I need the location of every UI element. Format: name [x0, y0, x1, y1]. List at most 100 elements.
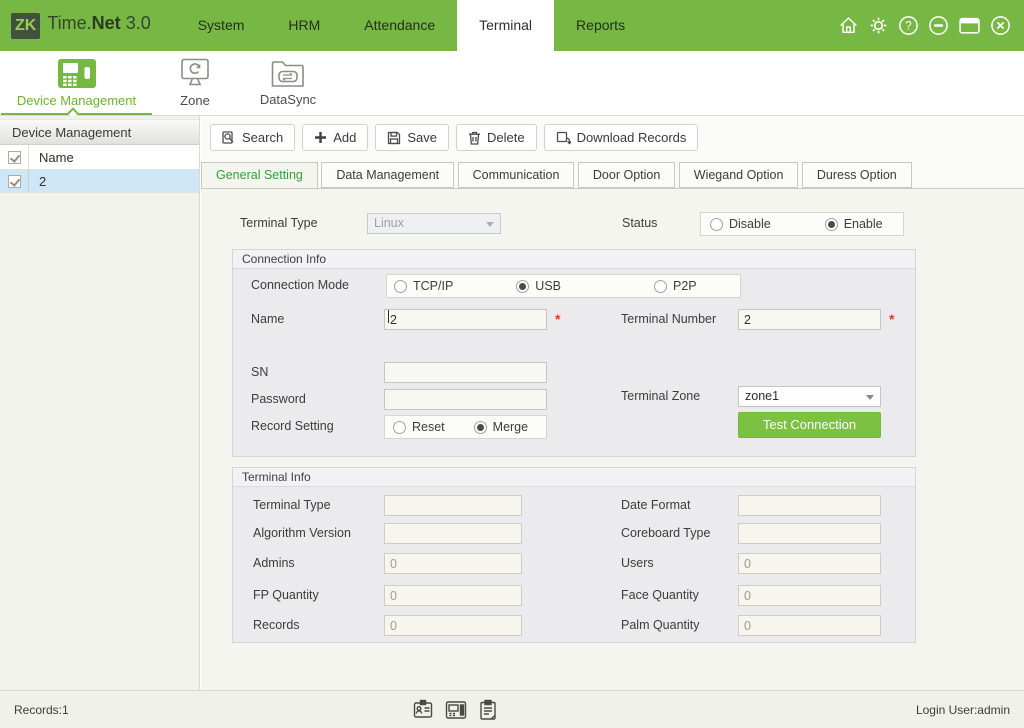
tab-door-option[interactable]: Door Option: [578, 162, 675, 188]
device-list-panel: Device Management Name 2: [0, 116, 200, 690]
connection-mode-radio-group: TCP/IP USB P2P: [386, 274, 741, 298]
delete-button[interactable]: Delete: [456, 124, 537, 151]
record-setting-label: Record Setting: [251, 416, 334, 437]
sn-input[interactable]: [384, 362, 547, 383]
ti-users-value: [738, 553, 881, 574]
minimize-icon[interactable]: [928, 15, 949, 36]
delete-button-label: Delete: [487, 130, 525, 145]
text-cursor: [388, 310, 389, 323]
ribbon-item-zone[interactable]: Zone: [159, 51, 231, 115]
search-icon: [222, 131, 236, 145]
connection-info-groupbox: Connection Info Connection Mode TCP/IP U…: [232, 249, 916, 457]
terminal-zone-label: Terminal Zone: [621, 386, 700, 407]
search-button[interactable]: Search: [210, 124, 295, 151]
reset-radio[interactable]: [393, 421, 406, 434]
connection-info-body: Connection Mode TCP/IP USB P2P: [233, 269, 915, 456]
terminal-zone-select[interactable]: zone1: [738, 386, 881, 407]
select-all-checkbox[interactable]: [8, 151, 21, 164]
download-records-label: Download Records: [577, 130, 687, 145]
disable-radio[interactable]: [710, 218, 723, 231]
status-enable-option[interactable]: Enable: [825, 217, 883, 231]
name-label: Name: [251, 309, 284, 330]
usb-radio[interactable]: [516, 280, 529, 293]
app-logo: ZK Time. Net 3.0: [11, 13, 151, 39]
gear-icon[interactable]: [868, 15, 889, 36]
trash-icon: [468, 131, 481, 145]
home-icon[interactable]: [838, 15, 859, 36]
status-disable-option[interactable]: Disable: [710, 217, 771, 231]
help-icon[interactable]: ?: [898, 15, 919, 36]
device-detail-panel: Search Add Save Delete: [201, 116, 1024, 690]
ti-users-label: Users: [621, 553, 654, 574]
device-row-checkbox[interactable]: [8, 175, 21, 188]
enable-radio[interactable]: [825, 218, 838, 231]
tab-general-setting[interactable]: General Setting: [201, 162, 318, 189]
terminal-type-label: Terminal Type: [240, 213, 318, 234]
ti-records-value: [384, 615, 522, 636]
password-label: Password: [251, 389, 306, 410]
terminal-number-label: Terminal Number: [621, 309, 716, 330]
title-bar: ZK Time. Net 3.0 System HRM Attendance T…: [0, 0, 1024, 51]
status-radio-group: Disable Enable: [700, 212, 904, 236]
enable-radio-label: Enable: [844, 217, 883, 231]
close-icon[interactable]: [990, 15, 1011, 36]
logo-time-text: Time.: [47, 13, 91, 34]
name-column-header: Name: [29, 150, 74, 165]
logo-net-text: Net: [92, 13, 121, 34]
datasync-folder-icon: [270, 59, 306, 88]
save-button-label: Save: [407, 130, 437, 145]
window-controls: ?: [838, 15, 1011, 36]
ribbon-device-management-label: Device Management: [17, 93, 136, 108]
test-connection-button[interactable]: Test Connection: [738, 412, 881, 438]
usb-radio-label: USB: [535, 279, 561, 293]
name-input[interactable]: [384, 309, 547, 330]
download-records-button[interactable]: Download Records: [544, 124, 699, 151]
maximize-icon[interactable]: [958, 15, 981, 36]
add-button[interactable]: Add: [302, 124, 368, 151]
id-badge-icon[interactable]: [413, 699, 433, 721]
login-user: Login User:admin: [916, 703, 1010, 717]
menu-terminal[interactable]: Terminal: [457, 0, 554, 51]
menu-reports[interactable]: Reports: [554, 0, 647, 51]
menu-attendance[interactable]: Attendance: [342, 0, 457, 51]
p2p-radio[interactable]: [654, 280, 667, 293]
zone-monitor-icon: [178, 58, 212, 89]
general-setting-panel: Terminal Type Linux Status Disable Enabl…: [201, 189, 1024, 690]
tab-wiegand-option[interactable]: Wiegand Option: [679, 162, 799, 188]
tab-data-management[interactable]: Data Management: [321, 162, 454, 188]
record-merge-option[interactable]: Merge: [474, 420, 528, 434]
menu-hrm[interactable]: HRM: [266, 0, 342, 51]
terminal-device-icon[interactable]: [445, 699, 467, 721]
active-ribbon-underline: [1, 113, 152, 115]
terminal-number-input[interactable]: [738, 309, 881, 330]
connection-info-title: Connection Info: [233, 250, 915, 269]
terminal-type-select[interactable]: Linux: [367, 213, 501, 234]
ribbon-item-datasync[interactable]: DataSync: [241, 51, 335, 115]
ribbon-item-device-management[interactable]: Device Management: [0, 51, 153, 115]
mode-p2p-option[interactable]: P2P: [654, 279, 697, 293]
zk-logo-icon: ZK: [11, 13, 40, 39]
terminal-info-title: Terminal Info: [233, 468, 915, 487]
save-icon: [387, 131, 401, 145]
menu-system[interactable]: System: [176, 0, 267, 51]
merge-radio[interactable]: [474, 421, 487, 434]
zktime-app-window: ZK Time. Net 3.0 System HRM Attendance T…: [0, 0, 1024, 728]
save-button[interactable]: Save: [375, 124, 449, 151]
chevron-down-icon: [866, 395, 874, 400]
clipboard-icon[interactable]: [479, 699, 497, 721]
mode-tcpip-option[interactable]: TCP/IP: [394, 279, 453, 293]
device-row[interactable]: 2: [0, 170, 199, 193]
mode-usb-option[interactable]: USB: [516, 279, 561, 293]
p2p-radio-label: P2P: [673, 279, 697, 293]
ti-fp-quantity-value: [384, 585, 522, 606]
ti-terminal-type-label: Terminal Type: [253, 495, 331, 516]
logo-version-text: 3.0: [126, 13, 151, 34]
record-reset-option[interactable]: Reset: [393, 420, 445, 434]
tab-communication[interactable]: Communication: [458, 162, 575, 188]
device-list-title: Device Management: [0, 119, 199, 145]
ti-admins-value: [384, 553, 522, 574]
select-all-cell: [0, 145, 29, 169]
password-input[interactable]: [384, 389, 547, 410]
tab-duress-option[interactable]: Duress Option: [802, 162, 912, 188]
tcpip-radio[interactable]: [394, 280, 407, 293]
